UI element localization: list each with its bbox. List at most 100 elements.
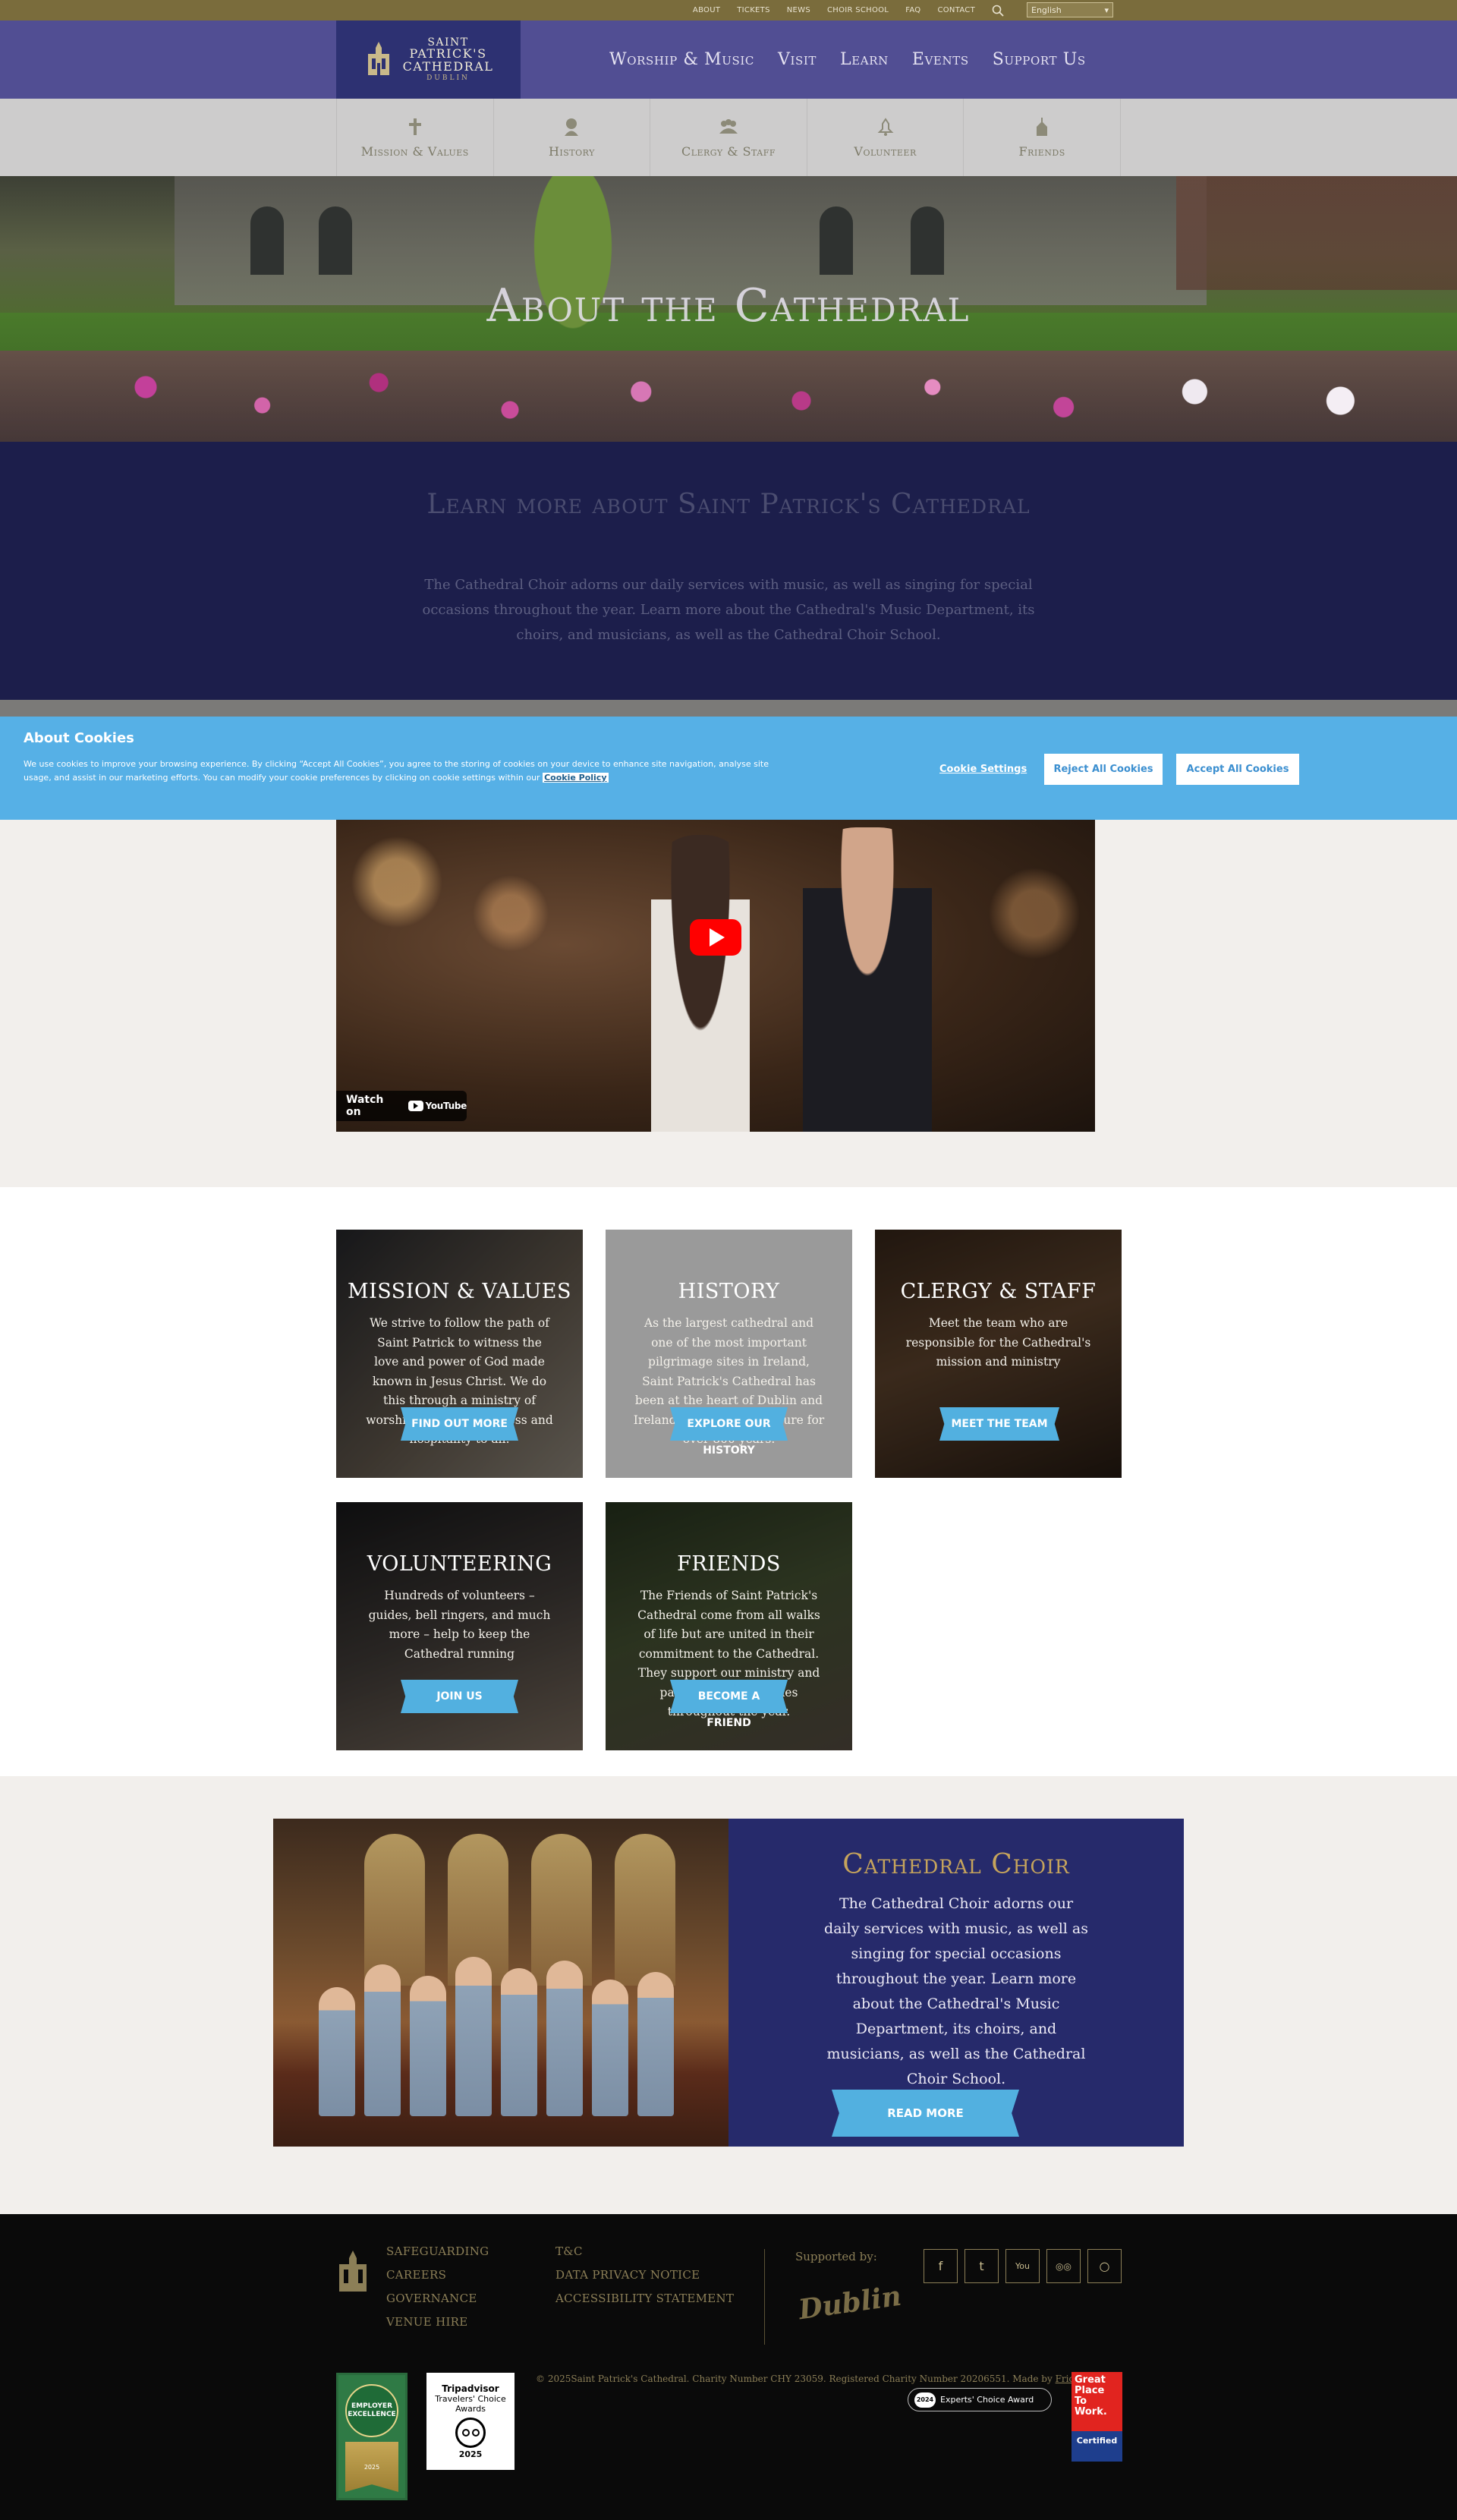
about-cards-section: MISSION & VALUES We strive to follow the… — [0, 1187, 1457, 1776]
util-link-news[interactable]: NEWS — [787, 6, 810, 14]
subnav-item-mission-values[interactable]: Mission & Values — [336, 99, 493, 176]
footer-link-careers[interactable]: CAREERS — [386, 2268, 489, 2282]
facebook-icon[interactable]: f — [924, 2249, 958, 2283]
accept-cookies-button[interactable]: Accept All Cookies — [1176, 754, 1299, 785]
footer-link-venue-hire[interactable]: VENUE HIRE — [386, 2315, 489, 2329]
subnav-label: Volunteer — [854, 143, 917, 159]
util-link-choir-school[interactable]: CHOIR SCHOOL — [827, 6, 889, 14]
social-links: f t You ◎◎ ○ — [924, 2249, 1122, 2283]
card-friends[interactable]: FRIENDS The Friends of Saint Patrick's C… — [606, 1502, 852, 1750]
watch-on-label: Watch on — [346, 1094, 384, 1118]
nav-item-support-us[interactable]: Support Us — [993, 50, 1086, 69]
site-logo[interactable]: SAINT PATRICK'S CATHEDRAL DUBLIN — [336, 20, 521, 99]
play-icon[interactable] — [690, 919, 741, 956]
card-title: FRIENDS — [677, 1552, 781, 1576]
become-a-friend-button-line2[interactable]: FRIEND — [606, 1717, 852, 1729]
hero-flowers — [0, 351, 1457, 442]
find-out-more-button[interactable]: FIND OUT MORE — [401, 1407, 518, 1441]
twitter-icon[interactable]: t — [965, 2249, 999, 2283]
util-link-contact[interactable]: CONTACT — [937, 6, 975, 14]
experts-choice-badge: 2024 Experts' Choice Award — [908, 2388, 1052, 2411]
youtube-video-embed[interactable]: Watch on YouTube — [336, 820, 1095, 1132]
util-link-about[interactable]: ABOUT — [693, 6, 720, 14]
footer-link-governance[interactable]: GOVERNANCE — [386, 2292, 489, 2305]
card-mission-values[interactable]: MISSION & VALUES We strive to follow the… — [336, 1230, 583, 1478]
cookie-text: We use cookies to improve your browsing … — [24, 758, 798, 785]
subnav-label: History — [548, 143, 595, 159]
trip-subtitle: Travelers' Choice Awards — [435, 2394, 506, 2414]
copyright-notice: © 2025Saint Patrick's Cathedral. Charity… — [536, 2374, 1053, 2384]
meet-the-team-button[interactable]: MEET THE TEAM — [939, 1407, 1059, 1441]
footer-links-primary: SAFEGUARDING CAREERS GOVERNANCE VENUE HI… — [386, 2244, 489, 2329]
cookie-description: We use cookies to improve your browsing … — [24, 759, 769, 783]
subnav-label: Friends — [1018, 143, 1065, 159]
bust-icon — [565, 118, 579, 136]
employer-badge-year: 2025 — [345, 2442, 398, 2492]
search-icon[interactable] — [992, 5, 1004, 17]
card-clergy-staff[interactable]: CLERGY & STAFF Meet the team who are res… — [875, 1230, 1122, 1478]
reject-cookies-button[interactable]: Reject All Cookies — [1044, 754, 1163, 785]
join-us-button[interactable]: JOIN US — [401, 1680, 518, 1713]
read-more-button[interactable]: READ MORE — [832, 2090, 1019, 2137]
youtube-icon[interactable]: You — [1005, 2249, 1040, 2283]
subnav-item-volunteer[interactable]: Volunteer — [806, 99, 964, 176]
become-a-friend-button[interactable]: BECOME A — [670, 1680, 788, 1713]
util-link-faq[interactable]: FAQ — [905, 6, 920, 14]
subnav-item-clergy-staff[interactable]: Clergy & Staff — [650, 99, 807, 176]
footer-links-legal: T&C DATA PRIVACY NOTICE ACCESSIBILITY ST… — [555, 2244, 734, 2305]
logo-line-3: CATHEDRAL — [402, 59, 494, 74]
learn-text: The Cathedral Choir adorns our daily ser… — [422, 577, 1035, 643]
cookie-settings-link[interactable]: Cookie Settings — [939, 764, 1027, 775]
learn-section: Learn more about Saint Patrick's Cathedr… — [0, 442, 1457, 700]
footer-link-data-privacy[interactable]: DATA PRIVACY NOTICE — [555, 2268, 734, 2282]
explore-history-button[interactable]: EXPLORE OUR — [670, 1407, 788, 1441]
card-text: Meet the team who are responsible for th… — [905, 1316, 1091, 1369]
dublin-logo[interactable]: Dublin — [797, 2280, 904, 2326]
section-divider — [0, 700, 1457, 717]
card-text: Hundreds of volunteers – guides, bell ri… — [368, 1589, 551, 1661]
tripadvisor-icon[interactable]: ◎◎ — [1046, 2249, 1081, 2283]
card-title: HISTORY — [678, 1280, 780, 1303]
language-select[interactable]: English ▾ — [1027, 2, 1113, 17]
card-title: CLERGY & STAFF — [900, 1280, 1097, 1303]
nav-item-learn[interactable]: Learn — [840, 50, 889, 69]
youtube-label: YouTube — [425, 1101, 467, 1111]
experts-label: Experts' Choice Award — [940, 2395, 1034, 2405]
choir-info-panel: Cathedral Choir The Cathedral Choir ador… — [728, 1819, 1184, 2147]
experts-year: 2024 — [914, 2392, 936, 2408]
instagram-icon[interactable]: ○ — [1087, 2249, 1122, 2283]
learn-heading: Learn more about Saint Patrick's Cathedr… — [426, 489, 1031, 520]
nav-item-visit[interactable]: Visit — [778, 50, 817, 69]
church-icon — [1037, 117, 1048, 136]
choir-heading: Cathedral Choir — [842, 1849, 1070, 1880]
footer-link-safeguarding[interactable]: SAFEGUARDING — [386, 2244, 489, 2258]
copyright-text: © 2025Saint Patrick's Cathedral. Charity… — [536, 2374, 1085, 2384]
choir-section: Cathedral Choir The Cathedral Choir ador… — [0, 1776, 1457, 2214]
footer-link-accessibility[interactable]: ACCESSIBILITY STATEMENT — [555, 2292, 734, 2305]
logo-text: SAINT PATRICK'S CATHEDRAL DUBLIN — [402, 36, 494, 83]
hero-brick-building-image — [1176, 176, 1457, 290]
footer-divider — [764, 2249, 765, 2345]
tripadvisor-owl-icon — [455, 2418, 486, 2448]
footer: SAFEGUARDING CAREERS GOVERNANCE VENUE HI… — [0, 2214, 1457, 2520]
util-link-tickets[interactable]: TICKETS — [737, 6, 769, 14]
subnav-item-friends[interactable]: Friends — [963, 99, 1121, 176]
card-history[interactable]: HISTORY As the largest cathedral and one… — [606, 1230, 852, 1478]
cookie-title: About Cookies — [24, 730, 134, 746]
logo-line-4: DUBLIN — [426, 74, 470, 82]
cookie-policy-link[interactable]: Cookie Policy — [543, 773, 609, 783]
footer-link-terms[interactable]: T&C — [555, 2244, 734, 2258]
youtube-logo-icon: YouTube — [408, 1101, 467, 1111]
nav-item-events[interactable]: Events — [912, 50, 969, 69]
sub-navigation: Mission & Values History Clergy & Staff … — [0, 99, 1457, 176]
employer-badge-title: EMPLOYER EXCELLENCE — [345, 2384, 398, 2437]
watch-on-youtube-button[interactable]: Watch on YouTube — [336, 1091, 467, 1121]
language-value: English — [1031, 5, 1062, 15]
employer-excellence-badge: EMPLOYER EXCELLENCE 2025 — [336, 2373, 408, 2500]
subnav-item-history[interactable]: History — [492, 99, 650, 176]
explore-history-button-line2[interactable]: HISTORY — [606, 1444, 852, 1457]
card-volunteering[interactable]: VOLUNTEERING Hundreds of volunteers – gu… — [336, 1502, 583, 1750]
nav-item-worship-music[interactable]: Worship & Music — [609, 50, 754, 69]
subnav-label: Clergy & Staff — [681, 143, 776, 159]
cathedral-crest-icon[interactable] — [336, 2249, 370, 2295]
